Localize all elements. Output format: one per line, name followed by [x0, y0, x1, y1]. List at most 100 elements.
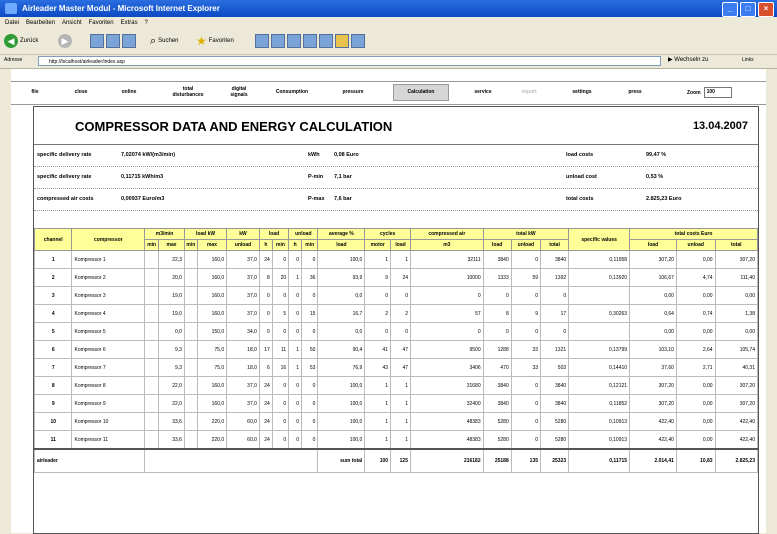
ie-icon: [5, 3, 17, 14]
table-cell: 0,74: [675, 304, 716, 323]
table-cell: Kompressor 4: [71, 304, 146, 323]
col-header-m3min: m3/min: [144, 228, 185, 240]
report-panel: COMPRESSOR DATA AND ENERGY CALCULATION 1…: [33, 106, 759, 534]
table-cell: 3840: [540, 394, 570, 413]
address-input[interactable]: http://localhost/airleader/index.asp: [38, 56, 661, 66]
table-cell: 0: [364, 286, 392, 305]
table-cell: 0: [258, 286, 273, 305]
info-row: specific delivery rate 7,02074 kW/(m3/mi…: [34, 145, 758, 167]
table-cell: 1: [390, 430, 411, 450]
summary-sum-label: sum total: [317, 448, 366, 473]
tab-export[interactable]: export: [516, 85, 542, 100]
search-button[interactable]: ⌕ Suchen: [150, 33, 179, 49]
table-cell: [144, 430, 160, 450]
links-button[interactable]: Links: [742, 57, 754, 63]
menu-item-tools[interactable]: Extras: [121, 20, 138, 26]
menu-item-favorites[interactable]: Favoriten: [89, 20, 114, 26]
go-button[interactable]: ▶ Wechseln zu: [668, 56, 709, 63]
table-cell: 0: [271, 394, 290, 413]
table-cell: 17: [540, 304, 570, 323]
table-cell: [183, 430, 198, 450]
table-cell: 60,0: [226, 412, 260, 431]
back-arrow-icon: ◀: [4, 34, 18, 48]
edit-icon[interactable]: [319, 34, 333, 48]
table-cell: 37,0: [226, 250, 260, 269]
menu-item-view[interactable]: Ansicht: [62, 20, 82, 26]
table-cell: 37,0: [226, 394, 260, 413]
subheader: min: [183, 239, 198, 251]
table-cell: [144, 376, 160, 395]
table-row: 3 Kompressor 3 19,0 160,0 37,0 0 0 0 0 0,0 0 0 0 0 0 0 0…: [33, 286, 759, 305]
menu-item-edit[interactable]: Bearbeiten: [26, 20, 55, 26]
tab-file[interactable]: file: [25, 85, 45, 100]
messenger-icon[interactable]: [351, 34, 365, 48]
table-cell: 0: [510, 286, 542, 305]
table-row: 4 Kompressor 4 19,0 160,0 37,0 0 5 0 15 16,7 2 2 57 8…: [33, 304, 759, 323]
refresh-icon[interactable]: [106, 34, 120, 48]
tab-close[interactable]: close: [68, 85, 94, 100]
table-cell: 0,0: [317, 322, 366, 341]
tab-calculation[interactable]: Calculation: [393, 84, 449, 101]
subheader: total: [714, 239, 759, 251]
table-cell: 160,0: [196, 376, 228, 395]
forward-button[interactable]: ▶: [58, 33, 72, 49]
table-cell: 0,00: [629, 322, 677, 341]
media-icon[interactable]: [255, 34, 269, 48]
table-cell: 1: [288, 358, 303, 377]
favorites-button[interactable]: ★ Favoriten: [196, 33, 234, 49]
table-cell: 0,11958: [568, 250, 631, 269]
tab-service[interactable]: service: [469, 85, 497, 100]
maximize-button[interactable]: □: [740, 2, 756, 17]
report-date: 13.04.2007: [692, 120, 748, 132]
table-cell: 0: [288, 322, 303, 341]
table-cell: 22,0: [158, 394, 185, 413]
table-cell: 0: [540, 286, 570, 305]
table-cell: 93,9: [317, 268, 366, 287]
table-cell: 1288: [482, 340, 512, 359]
tab-digital-signals[interactable]: digital signals: [223, 85, 255, 101]
table-cell: 32111: [410, 250, 484, 269]
table-cell: 33,6: [158, 430, 185, 450]
tab-press[interactable]: press: [623, 85, 647, 100]
table-cell: 47: [390, 340, 411, 359]
table-cell: 160,0: [196, 268, 228, 287]
table-cell: 0: [288, 394, 303, 413]
home-icon[interactable]: [122, 34, 136, 48]
table-cell: 0,0: [317, 286, 366, 305]
table-cell: 34,0: [226, 322, 260, 341]
table-cell: 1,38: [714, 304, 759, 323]
table-cell: 0: [301, 376, 319, 395]
table-cell: 160,0: [196, 394, 228, 413]
table-cell: [183, 412, 198, 431]
table-cell: 5280: [482, 430, 512, 450]
history-icon[interactable]: [271, 34, 285, 48]
tab-pressure[interactable]: pressure: [336, 85, 370, 100]
tab-total-disturbances[interactable]: total disturbances: [168, 85, 208, 101]
table-cell: [183, 250, 198, 269]
table-cell: 0: [410, 286, 484, 305]
close-button[interactable]: ×: [758, 2, 774, 17]
mail-icon[interactable]: [287, 34, 301, 48]
table-row: 6 Kompressor 6 9,3 75,0 18,0 17 11 1 50 90,4 41 47 9…: [33, 340, 759, 359]
back-button[interactable]: ◀ Zurück: [4, 33, 38, 49]
table-cell: 24: [258, 394, 273, 413]
tab-consumption[interactable]: Consumption: [269, 85, 315, 100]
table-cell: 6: [33, 340, 73, 359]
menu-item-help[interactable]: ?: [145, 20, 148, 26]
table-cell: 3840: [482, 394, 512, 413]
print-icon[interactable]: [303, 34, 317, 48]
table-cell: 0: [510, 394, 542, 413]
menu-item-file[interactable]: Datei: [5, 20, 19, 26]
minimize-button[interactable]: _: [722, 2, 738, 17]
table-cell: 0: [258, 322, 273, 341]
table-cell: 0: [288, 412, 303, 431]
stop-icon[interactable]: [90, 34, 104, 48]
table-cell: 106,67: [629, 268, 677, 287]
table-cell: 100,0: [317, 430, 366, 450]
table-cell: 18,0: [226, 358, 260, 377]
table-cell: 1: [364, 250, 392, 269]
tab-settings[interactable]: settings: [566, 85, 598, 100]
tab-online[interactable]: online: [115, 85, 143, 100]
folder-icon[interactable]: [335, 34, 349, 48]
zoom-select[interactable]: 100: [703, 87, 732, 98]
